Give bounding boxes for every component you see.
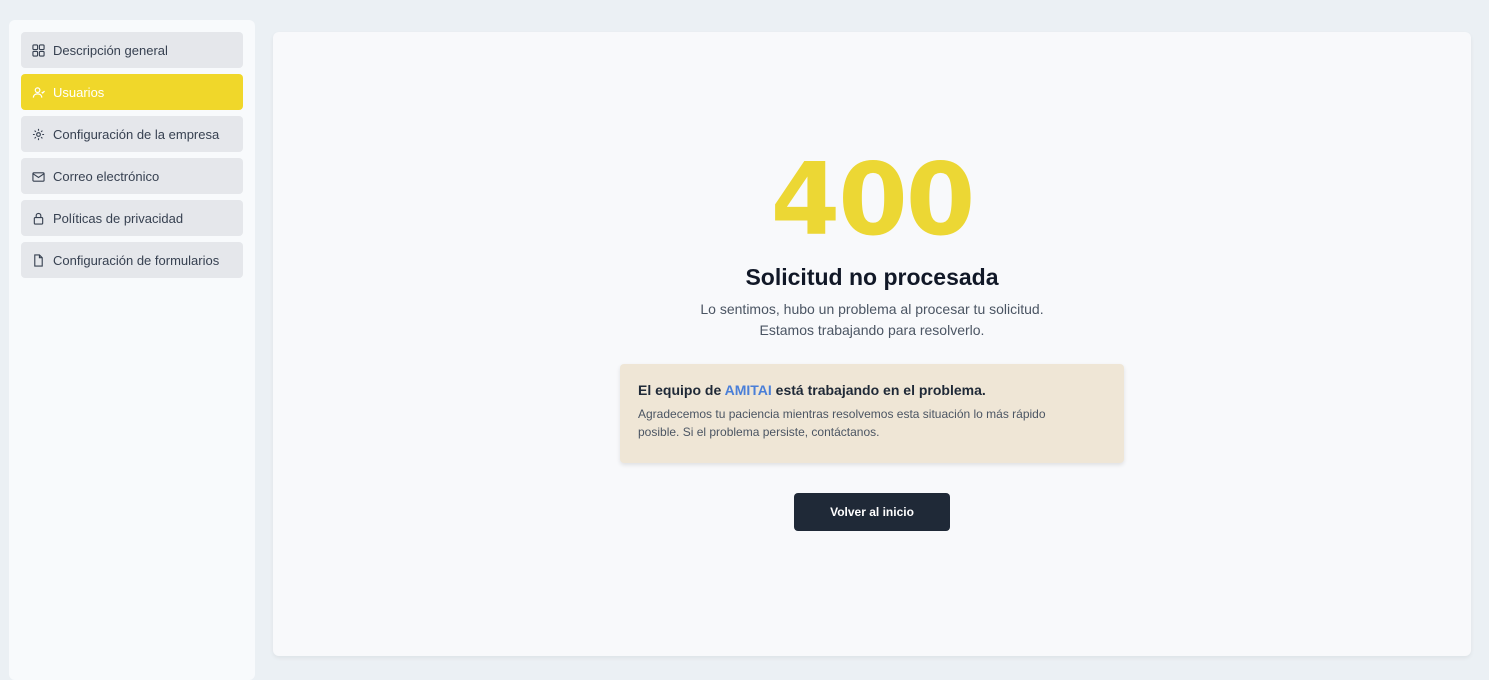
page-title: Solicitud no procesada <box>745 264 999 290</box>
notice-title: El equipo de AMITAI está trabajando en e… <box>638 382 1106 398</box>
subtitle-line-1: Lo sentimos, hubo un problema al procesa… <box>700 301 1044 317</box>
brand-name: AMITAI <box>724 382 772 398</box>
sidebar-item-usuarios[interactable]: Usuarios <box>21 74 243 110</box>
sidebar-item-label: Configuración de formularios <box>53 252 220 268</box>
error-panel: 400 Solicitud no procesada Lo sentimos, … <box>273 32 1471 656</box>
error-code: 400 <box>770 141 976 258</box>
gear-icon <box>31 127 45 141</box>
notice-card: El equipo de AMITAI está trabajando en e… <box>620 364 1124 463</box>
sidebar-item-label: Políticas de privacidad <box>53 210 184 226</box>
sidebar: Descripción general Usuarios Configuraci… <box>9 20 255 680</box>
home-button[interactable]: Volver al inicio <box>794 493 950 531</box>
sidebar-item-descripcion-general[interactable]: Descripción general <box>21 32 243 68</box>
error-subtitle: Lo sentimos, hubo un problema al procesa… <box>273 299 1471 341</box>
lock-icon <box>31 211 45 225</box>
notice-body: Agradecemos tu paciencia mientras resolv… <box>638 405 1106 441</box>
notice-title-prefix: El equipo de <box>638 382 725 398</box>
sidebar-item-configuracion-formularios[interactable]: Configuración de formularios <box>21 242 243 278</box>
sidebar-item-correo-electronico[interactable]: Correo electrónico <box>21 158 243 194</box>
subtitle-line-2: Estamos trabajando para resolverlo. <box>759 322 985 338</box>
grid-icon <box>31 43 45 57</box>
notice-body-line-2: posible. Si el problema persiste, contác… <box>638 425 880 439</box>
user-icon <box>31 85 45 99</box>
sidebar-item-configuracion-empresa[interactable]: Configuración de la empresa <box>21 116 243 152</box>
sidebar-item-label: Configuración de la empresa <box>53 126 220 142</box>
sidebar-item-label: Correo electrónico <box>53 168 160 184</box>
sidebar-item-politicas-privacidad[interactable]: Políticas de privacidad <box>21 200 243 236</box>
sidebar-item-label: Descripción general <box>53 42 168 58</box>
file-icon <box>31 253 45 267</box>
notice-body-line-1: Agradecemos tu paciencia mientras resolv… <box>638 407 1046 421</box>
mail-icon <box>31 169 45 183</box>
notice-title-suffix: está trabajando en el problema. <box>771 382 986 398</box>
sidebar-item-label: Usuarios <box>53 84 105 100</box>
